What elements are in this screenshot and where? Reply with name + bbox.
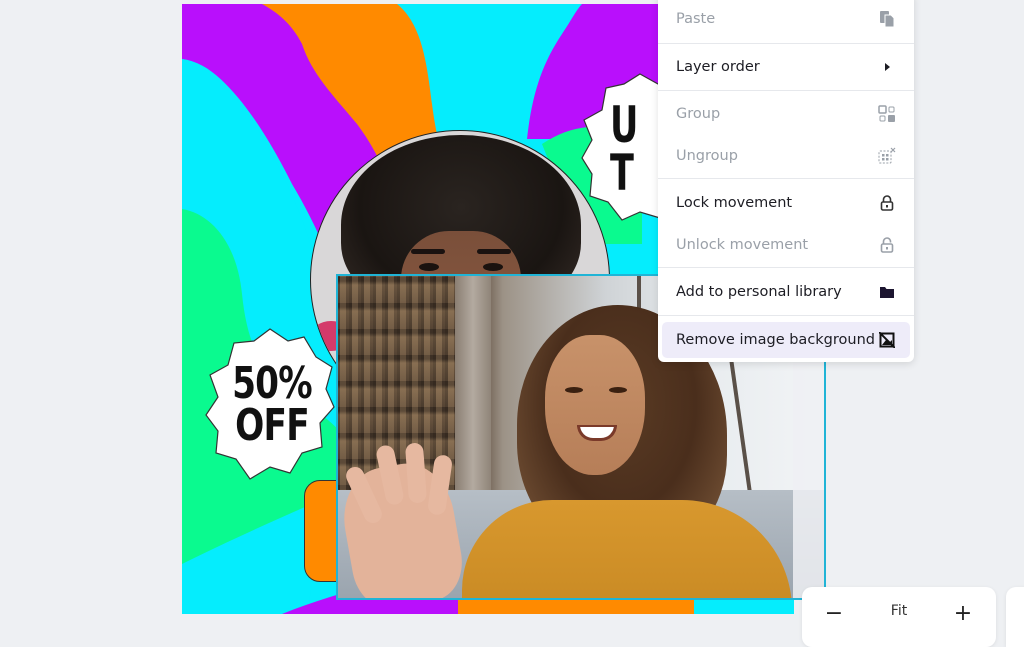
badge-line-2: T — [610, 143, 634, 202]
menu-divider — [658, 267, 914, 268]
unlock-icon — [878, 236, 896, 254]
zoom-control: − Fit + — [802, 587, 996, 647]
menu-item-label: Add to personal library — [676, 284, 842, 300]
bg-orange-bottom — [458, 600, 694, 614]
badge-line-1: U — [610, 96, 638, 154]
woman-eye — [609, 387, 627, 393]
menu-divider — [658, 178, 914, 179]
menu-divider — [658, 90, 914, 91]
folder-icon — [878, 283, 896, 301]
ungroup-icon — [878, 147, 896, 165]
menu-item-label: Group — [676, 106, 721, 122]
badge-line-1: 50% — [232, 358, 313, 409]
menu-item-label: Ungroup — [676, 148, 738, 164]
menu-item-label: Layer order — [676, 59, 760, 75]
menu-item-label: Lock movement — [676, 195, 793, 211]
menu-item-label: Paste — [676, 11, 716, 27]
menu-item-layer-order[interactable]: Layer order — [658, 49, 914, 85]
portrait-brow — [477, 249, 511, 254]
menu-item-label: Remove image background — [676, 332, 875, 348]
portrait-brow — [411, 249, 445, 254]
menu-divider — [658, 315, 914, 316]
portrait-eye — [419, 263, 439, 271]
paste-icon — [878, 10, 896, 28]
woman-eye — [565, 387, 583, 393]
menu-item-add-to-personal-library[interactable]: Add to personal library — [658, 274, 914, 310]
bg-cyan-bottom — [694, 600, 794, 614]
context-menu: Paste Layer order Group Ungroup Lock mov… — [658, 0, 914, 362]
badge-line-2: OFF — [235, 399, 310, 451]
woman-face — [545, 335, 645, 475]
discount-badge[interactable]: 50% OFF — [204, 327, 336, 481]
group-icon — [878, 105, 896, 123]
zoom-out-button[interactable]: − — [819, 599, 849, 627]
remove-background-icon — [878, 331, 896, 349]
menu-item-lock-movement[interactable]: Lock movement — [658, 185, 914, 221]
secondary-panel[interactable] — [1006, 587, 1024, 647]
zoom-fit-button[interactable]: Fit — [880, 603, 918, 619]
submenu-arrow-icon — [878, 58, 896, 76]
menu-item-remove-image-background[interactable]: Remove image background — [662, 322, 910, 358]
portrait-eye — [483, 263, 503, 271]
menu-divider — [658, 43, 914, 44]
lock-icon — [878, 194, 896, 212]
menu-item-label: Unlock movement — [676, 237, 809, 253]
column — [455, 275, 491, 505]
menu-item-ungroup[interactable]: Ungroup — [658, 138, 914, 174]
menu-item-unlock-movement[interactable]: Unlock movement — [658, 227, 914, 263]
menu-item-paste[interactable]: Paste — [658, 1, 914, 37]
menu-item-group[interactable]: Group — [658, 96, 914, 132]
zoom-in-button[interactable]: + — [948, 599, 978, 627]
editor-workspace: 50% OFF U T Paste Layer order Group Ungr… — [0, 0, 1024, 647]
